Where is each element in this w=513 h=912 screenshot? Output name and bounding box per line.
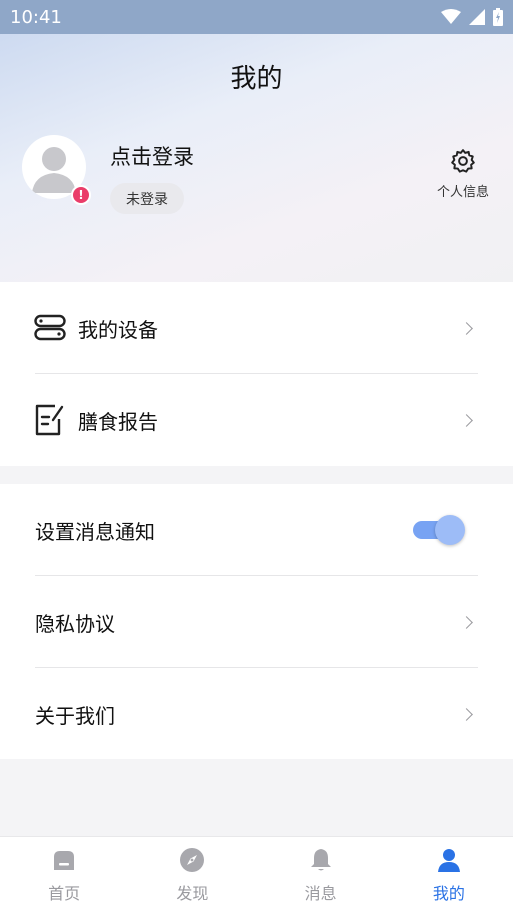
menu-item-label: 隐私协议	[35, 611, 115, 636]
status-icons	[441, 8, 503, 26]
login-status-badge: 未登录	[110, 183, 184, 214]
battery-icon	[493, 8, 503, 26]
tab-label: 首页	[48, 884, 81, 903]
notification-toggle[interactable]	[413, 515, 465, 545]
menu-item-privacy[interactable]: 隐私协议	[0, 576, 513, 668]
alert-badge: !	[71, 185, 91, 205]
menu-item-label: 我的设备	[78, 317, 158, 342]
report-icon	[35, 404, 64, 436]
status-bar: 10:41	[0, 0, 513, 34]
menu-item-label: 关于我们	[35, 703, 115, 728]
tab-home[interactable]: 首页	[0, 837, 128, 912]
tab-discover[interactable]: 发现	[128, 837, 256, 912]
login-prompt[interactable]: 点击登录	[110, 141, 194, 171]
chevron-right-icon	[460, 321, 473, 335]
wifi-icon	[441, 9, 461, 24]
menu-group-settings: 设置消息通知 隐私协议 关于我们	[0, 484, 513, 759]
compass-icon	[178, 846, 206, 874]
profile-settings-label: 个人信息	[436, 185, 489, 200]
bottom-tab-bar: 首页 发现 消息 我的	[0, 836, 513, 912]
home-icon	[50, 846, 78, 874]
tab-label: 消息	[304, 884, 337, 903]
tab-mine[interactable]: 我的	[385, 837, 513, 912]
status-time: 10:41	[10, 6, 62, 28]
tab-messages[interactable]: 消息	[257, 837, 385, 912]
chevron-right-icon	[460, 615, 473, 629]
tab-label: 发现	[176, 884, 209, 903]
bell-icon	[307, 846, 335, 874]
menu-item-label: 设置消息通知	[35, 519, 155, 544]
cell-signal-icon	[469, 9, 485, 25]
menu-item-notifications: 设置消息通知	[0, 484, 513, 576]
profile-settings-button[interactable]: 个人信息	[430, 148, 496, 200]
menu-item-about[interactable]: 关于我们	[0, 668, 513, 760]
user-icon	[435, 846, 463, 874]
menu-item-label: 膳食报告	[78, 409, 158, 434]
menu-group-devices: 我的设备 膳食报告	[0, 282, 513, 466]
gear-icon	[451, 149, 475, 173]
tab-label: 我的	[432, 884, 465, 903]
header-background	[0, 0, 513, 282]
toggle-knob	[435, 515, 465, 545]
chevron-right-icon	[460, 707, 473, 721]
chevron-right-icon	[460, 413, 473, 427]
device-icon	[34, 314, 66, 341]
menu-item-diet-report[interactable]: 膳食报告	[0, 374, 513, 466]
page-title: 我的	[230, 64, 283, 94]
menu-item-my-devices[interactable]: 我的设备	[0, 282, 513, 374]
